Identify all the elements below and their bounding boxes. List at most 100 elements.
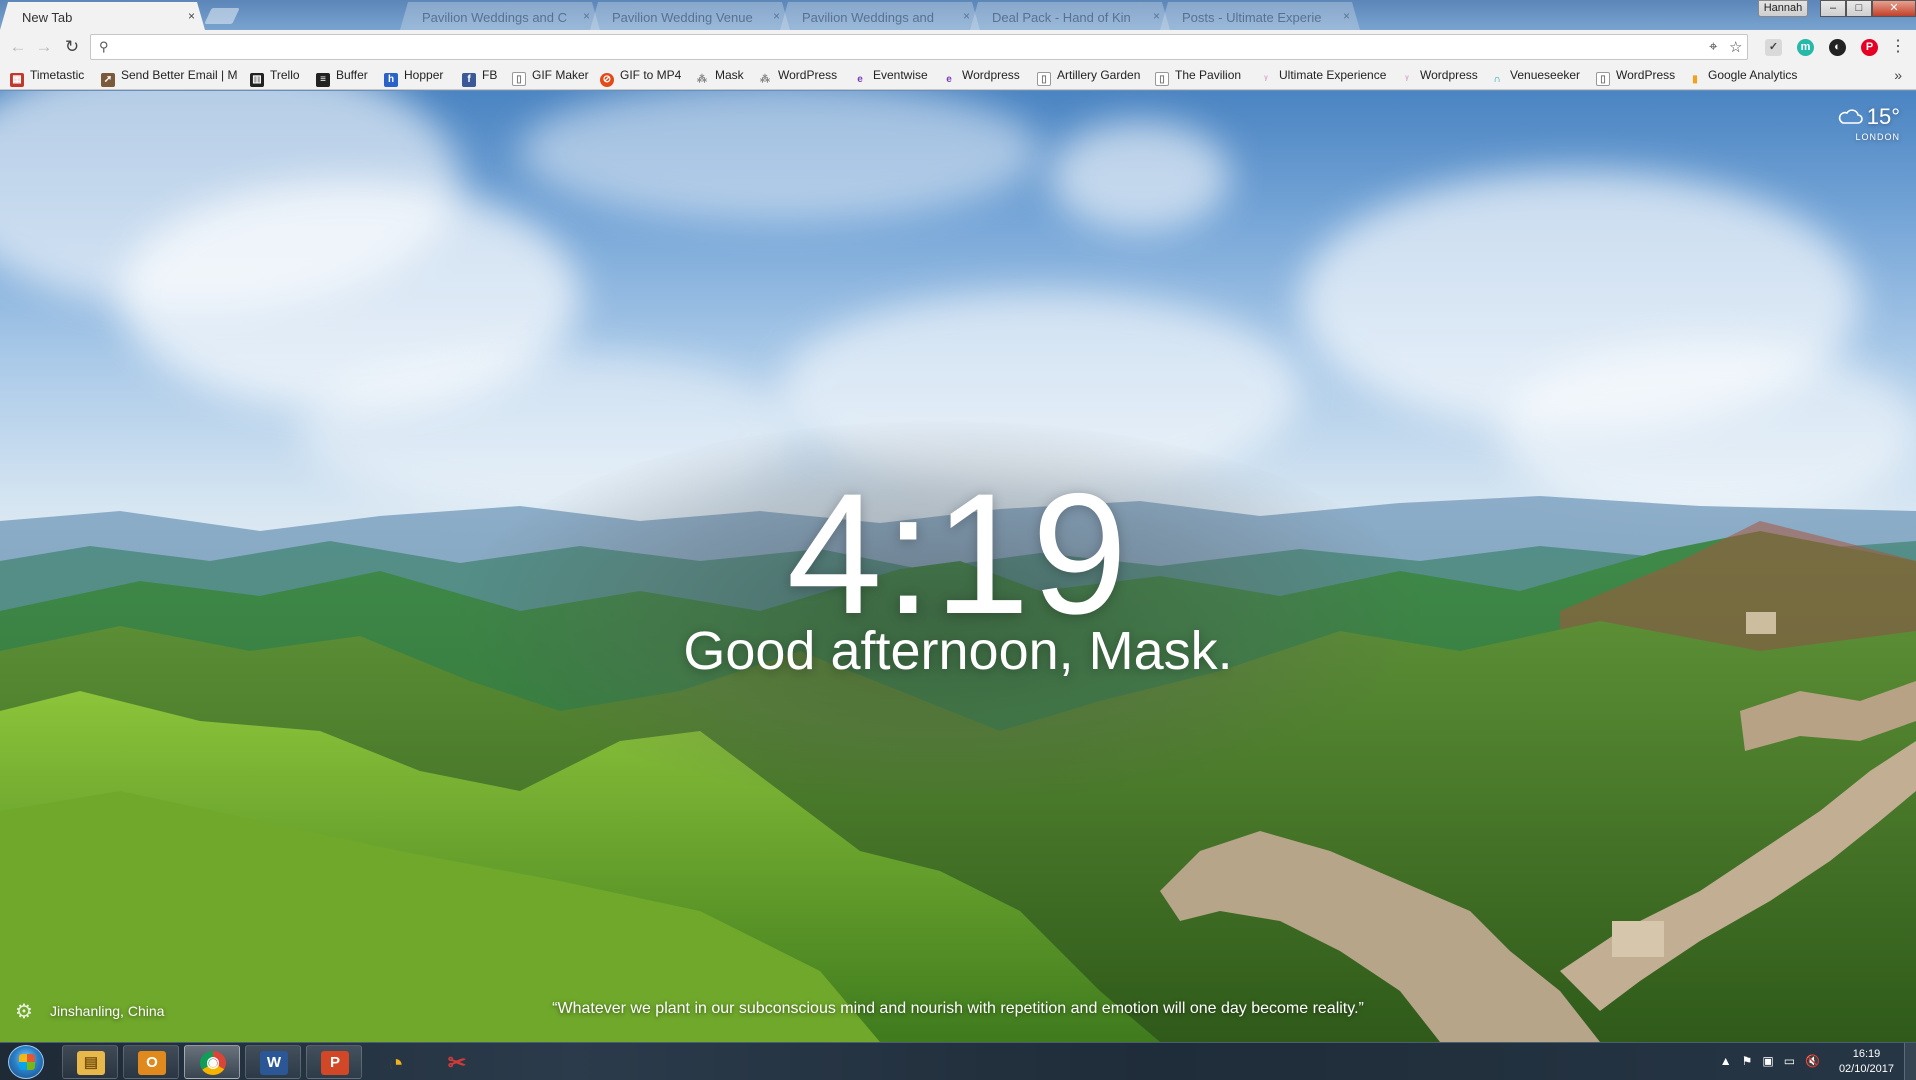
reload-icon[interactable]: ↻ xyxy=(62,37,82,57)
taskbar-chrome[interactable]: ◉ xyxy=(184,1045,240,1079)
greeting-text[interactable]: Good afternoon, Mask. xyxy=(0,620,1916,682)
taskbar-date: 02/10/2017 xyxy=(1838,1063,1894,1075)
bookmark-item[interactable]: ▦ Timetastic xyxy=(10,68,84,87)
bookmark-label: Wordpress xyxy=(962,68,1020,82)
maximize-button[interactable]: □ xyxy=(1846,0,1872,17)
tab-inactive[interactable]: Pavilion Weddings and × xyxy=(780,2,980,30)
chrome-icon: ◉ xyxy=(200,1051,226,1075)
volume-muted-icon[interactable]: 🔇 xyxy=(1805,1054,1820,1068)
bookmark-label: Send Better Email | M xyxy=(121,68,238,82)
bookmark-item[interactable]: ▯ Artillery Garden xyxy=(1037,68,1140,86)
window-controls: – □ ✕ xyxy=(1820,0,1916,17)
taskbar-outlook[interactable]: O xyxy=(123,1045,179,1079)
chrome-menu-icon[interactable]: ⋮ xyxy=(1890,37,1906,57)
page-icon: ▯ xyxy=(1596,72,1610,86)
taskbar-clock[interactable]: 16:19 02/10/2017 xyxy=(1839,1047,1894,1077)
window-close-button[interactable]: ✕ xyxy=(1872,0,1916,17)
weather-temperature: 15° xyxy=(1837,104,1900,130)
bookmark-label: Artillery Garden xyxy=(1057,68,1141,82)
bookmark-item[interactable]: ≡ Buffer xyxy=(316,68,368,87)
taskbar-powerpoint[interactable]: P xyxy=(306,1045,362,1079)
bookmark-label: Venueseeker xyxy=(1510,68,1581,82)
pinterest-icon[interactable]: P xyxy=(1861,39,1878,56)
bookmark-label: GIF Maker xyxy=(532,68,589,82)
forward-arrow-icon[interactable]: → xyxy=(34,37,54,57)
tab-inactive[interactable]: Pavilion Wedding Venue × xyxy=(590,2,790,30)
page-icon: ▯ xyxy=(1155,72,1169,86)
bookmark-item[interactable]: ⊘ GIF to MP4 xyxy=(600,68,682,87)
pocket-icon[interactable]: ✓ xyxy=(1765,39,1782,56)
start-button[interactable] xyxy=(8,1045,44,1079)
calendar-icon: ▦ xyxy=(10,73,24,87)
weather-widget[interactable]: 15° LONDON xyxy=(1837,104,1900,142)
bookmark-item[interactable]: ᵞ Wordpress xyxy=(1400,68,1478,86)
bookmark-item[interactable]: ▯ The Pavilion xyxy=(1155,68,1241,86)
bookmark-label: Eventwise xyxy=(873,68,928,82)
trello-icon: ▥ xyxy=(250,73,264,87)
bookmark-item[interactable]: ⁂ WordPress xyxy=(758,68,837,86)
network-icon[interactable]: ▭ xyxy=(1784,1054,1795,1068)
taskbar-snipping-tool[interactable]: ✂ xyxy=(428,1045,484,1079)
system-tray: ▲ ⚑ ▣ ▭ 🔇 xyxy=(1720,1054,1820,1068)
mixmax-icon[interactable]: m xyxy=(1797,39,1814,56)
bookmark-item[interactable]: ▯ WordPress xyxy=(1596,68,1675,86)
action-center-flag-icon[interactable]: ⚑ xyxy=(1742,1054,1753,1068)
cloud-icon xyxy=(1838,109,1863,124)
back-arrow-icon[interactable]: ← xyxy=(8,37,28,57)
minimize-button[interactable]: – xyxy=(1820,0,1846,17)
tab-close-icon[interactable]: × xyxy=(583,9,590,23)
bookmark-item[interactable]: e Wordpress xyxy=(942,68,1020,86)
tab-inactive[interactable]: Pavilion Weddings and C × xyxy=(400,2,600,30)
tab-close-icon[interactable]: × xyxy=(963,9,970,23)
tab-inactive[interactable]: Posts - Ultimate Experie × xyxy=(1160,2,1360,30)
tab-close-icon[interactable]: × xyxy=(1153,9,1160,23)
bookmark-item[interactable]: ▮ Google Analytics xyxy=(1688,68,1797,86)
taskbar-pacman-app[interactable]: ◔ xyxy=(367,1045,423,1079)
show-hidden-icons-icon[interactable]: ▲ xyxy=(1720,1054,1732,1068)
bookmark-item[interactable]: ➚ Send Better Email | M xyxy=(101,68,238,87)
bookmark-item[interactable]: h Hopper xyxy=(384,68,443,87)
taskbar-word[interactable]: W xyxy=(245,1045,301,1079)
taskbar-time: 16:19 xyxy=(1852,1048,1881,1060)
tab-close-icon[interactable]: × xyxy=(773,9,780,23)
show-desktop-button[interactable] xyxy=(1904,1043,1916,1080)
mask-icon: ⁂ xyxy=(697,74,707,85)
bookmark-label: The Pavilion xyxy=(1175,68,1242,82)
tab-title: Deal Pack - Hand of Kin xyxy=(992,10,1131,25)
location-target-icon[interactable]: ⌖ xyxy=(1709,38,1717,55)
bookmarks-overflow-icon[interactable]: » xyxy=(1894,67,1902,83)
tab-new-tab[interactable]: New Tab × xyxy=(0,2,205,30)
address-bar[interactable]: ⚲ ⌖ ☆ xyxy=(90,34,1748,60)
tab-title: Pavilion Wedding Venue xyxy=(612,10,753,25)
pacman-icon: ◔ xyxy=(388,1048,404,1078)
bookmark-item[interactable]: ▯ GIF Maker xyxy=(512,68,589,86)
bookmark-item[interactable]: e Eventwise xyxy=(853,68,928,86)
mask-icon: ⁂ xyxy=(760,74,770,85)
tab-inactive[interactable]: Deal Pack - Hand of Kin × xyxy=(970,2,1170,30)
tab-close-icon[interactable]: × xyxy=(1343,9,1350,23)
device-icon[interactable]: ▣ xyxy=(1762,1054,1773,1068)
facebook-icon: f xyxy=(462,73,476,87)
bookmark-item[interactable]: ▥ Trello xyxy=(250,68,300,87)
ue-icon: ᵞ xyxy=(1405,74,1409,85)
momentum-icon[interactable]: ◐ xyxy=(1829,39,1846,56)
rocket-icon: ➚ xyxy=(101,73,115,87)
address-input[interactable] xyxy=(117,37,1677,57)
bookmark-item[interactable]: f FB xyxy=(462,68,497,87)
bookmark-item[interactable]: ∩ Venueseeker xyxy=(1490,68,1580,86)
tab-title: Pavilion Weddings and xyxy=(802,10,935,25)
tab-title: New Tab xyxy=(22,10,73,25)
bookmark-item[interactable]: ⁂ Mask xyxy=(695,68,744,86)
profile-button[interactable]: Hannah xyxy=(1758,0,1808,17)
taskbar-file-explorer[interactable]: ▤ xyxy=(62,1045,118,1079)
weather-location: LONDON xyxy=(1855,132,1900,142)
ue-icon: ᵞ xyxy=(1264,74,1268,85)
daily-quote[interactable]: “Whatever we plant in our subconscious m… xyxy=(0,1000,1916,1018)
tab-close-icon[interactable]: × xyxy=(188,9,195,23)
ezgif-icon: ⊘ xyxy=(600,73,614,87)
bookmark-label: GIF to MP4 xyxy=(620,68,682,82)
outlook-icon: O xyxy=(138,1051,166,1075)
bookmark-item[interactable]: ᵞ Ultimate Experience xyxy=(1259,68,1386,86)
new-tab-button[interactable] xyxy=(204,8,240,24)
bookmark-star-icon[interactable]: ☆ xyxy=(1729,38,1742,56)
